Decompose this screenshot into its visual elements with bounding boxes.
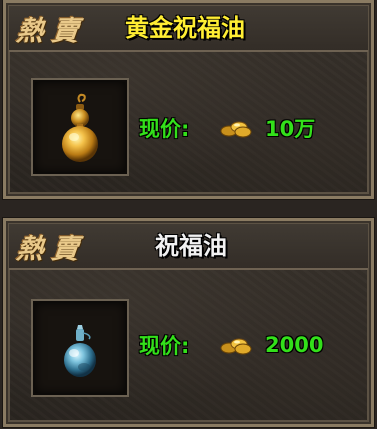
hot-sale-char-2: 賣 xyxy=(50,15,81,47)
item-title: 祝福油 xyxy=(155,232,227,260)
blue-potion-bottle-icon xyxy=(64,325,96,377)
shop-card-blessing-oil[interactable]: 熱 賣 祝福油 现价: 2000 xyxy=(3,218,374,427)
gold-coins-icon xyxy=(220,121,252,138)
hot-sale-badge: 熱 賣 xyxy=(15,228,81,265)
price-label: 现价: xyxy=(139,334,190,358)
hot-sale-badge: 熱 賣 xyxy=(15,10,81,47)
price-row: 现价: 10万 xyxy=(139,113,315,143)
price-value: 2000 xyxy=(265,333,324,357)
item-slot[interactable] xyxy=(31,78,129,176)
card-header: 熱 賣 黄金祝福油 xyxy=(9,6,368,52)
price-label: 现价: xyxy=(139,117,190,141)
hot-sale-char-2: 賣 xyxy=(50,233,81,265)
shop-card-golden-blessing-oil[interactable]: 熱 賣 黄金祝福油 现价: 10万 xyxy=(3,0,374,199)
hot-sale-char-1: 熱 xyxy=(15,233,46,265)
price-row: 现价: 2000 xyxy=(139,330,323,360)
item-slot[interactable] xyxy=(31,299,129,397)
gold-coins-icon xyxy=(220,338,252,355)
item-title: 黄金祝福油 xyxy=(125,14,245,42)
card-header: 熱 賣 祝福油 xyxy=(9,224,368,270)
hot-sale-char-1: 熱 xyxy=(15,15,46,47)
price-value: 10万 xyxy=(265,117,316,141)
golden-gourd-bottle-icon xyxy=(62,93,98,162)
